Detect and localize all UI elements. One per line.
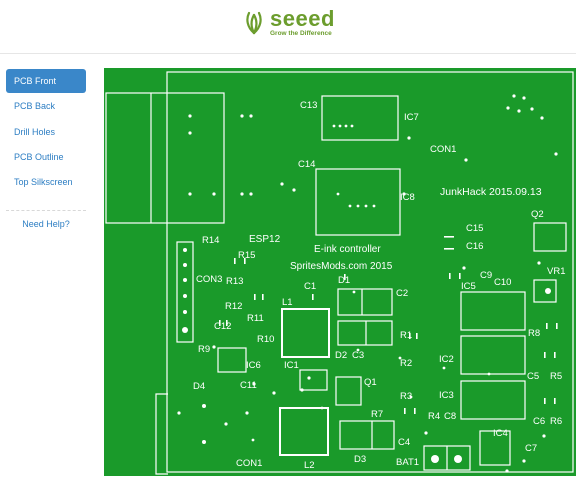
silk-label-vr1: VR1 xyxy=(547,266,565,277)
silk-label-r15: R15 xyxy=(238,250,255,261)
silk-label-c10: C10 xyxy=(494,277,511,288)
sidebar-item-top-silkscreen[interactable]: Top Silkscreen xyxy=(6,170,86,194)
sidebar-divider xyxy=(6,210,86,212)
silk-label-r2: R2 xyxy=(400,358,412,369)
silk-label-c14: C14 xyxy=(298,159,315,170)
silk-label-con3: CON3 xyxy=(196,274,222,285)
silk-label-c12: C12 xyxy=(214,321,231,332)
header: seeed Grow the Difference xyxy=(0,0,576,48)
silk-label-c16: C16 xyxy=(466,241,483,252)
sidebar-item-pcb-outline[interactable]: PCB Outline xyxy=(6,145,86,169)
silk-label-l2: L2 xyxy=(304,460,315,471)
silk-label-r1: R1 xyxy=(400,330,412,341)
pcb-board xyxy=(104,68,576,476)
pcb-image: C13 IC7 CON1 C14 IC8 JunkHack 2015.09.13… xyxy=(104,68,576,476)
silk-label-r8: R8 xyxy=(528,328,540,339)
silk-label-r12: R12 xyxy=(225,301,242,312)
silk-label-r9: R9 xyxy=(198,344,210,355)
silk-label-r13: R13 xyxy=(226,276,243,287)
silk-label-esp12: ESP12 xyxy=(249,234,281,245)
seeed-logo[interactable]: seeed Grow the Difference xyxy=(243,8,335,38)
silk-label-q1: Q1 xyxy=(364,377,377,388)
sidebar: PCB Front PCB Back Drill Holes PCB Outli… xyxy=(6,69,86,229)
brand-name: seeed xyxy=(270,6,335,31)
silk-label-ic5: IC5 xyxy=(461,281,476,292)
silk-label-ic3: IC3 xyxy=(439,390,454,401)
silk-label-c11: C11 xyxy=(240,380,257,391)
silk-label-d4: D4 xyxy=(193,381,205,392)
silk-label-c13: C13 xyxy=(300,100,317,111)
silk-label-c1: C1 xyxy=(304,281,316,292)
silk-label-c8: C8 xyxy=(444,411,456,422)
silk-label-r7: R7 xyxy=(371,409,383,420)
silk-label-r6: R6 xyxy=(550,416,562,427)
silk-label-d1: D1 xyxy=(338,275,350,286)
silk-label-c4: C4 xyxy=(398,437,410,448)
silk-label-ic8: IC8 xyxy=(400,192,415,203)
silk-label-r3: R3 xyxy=(400,391,412,402)
silk-label-con1-bottom: CON1 xyxy=(236,458,262,469)
silk-label-ic6: IC6 xyxy=(246,360,261,371)
silk-label-ic4: IC4 xyxy=(493,428,508,439)
silk-label-c7: C7 xyxy=(525,443,537,454)
sidebar-item-drill-holes[interactable]: Drill Holes xyxy=(6,120,86,144)
silk-label-r14: R14 xyxy=(202,235,219,246)
silk-label-c6: C6 xyxy=(533,416,545,427)
silk-label-con1-top: CON1 xyxy=(430,144,456,155)
header-divider xyxy=(0,53,576,54)
silk-label-c15: C15 xyxy=(466,223,483,234)
silk-label-c5: C5 xyxy=(527,371,539,382)
leaf-logo-icon xyxy=(246,11,262,34)
silk-label-c3: C3 xyxy=(352,350,364,361)
need-help-link[interactable]: Need Help? xyxy=(6,219,86,229)
silk-label-c2: C2 xyxy=(396,288,408,299)
silk-label-r5: R5 xyxy=(550,371,562,382)
silk-label-r4: R4 xyxy=(428,411,440,422)
silk-label-site-text: SpritesMods.com 2015 xyxy=(290,261,393,272)
silk-label-bat1: BAT1 xyxy=(396,457,419,468)
silk-label-r11: R11 xyxy=(247,313,264,324)
pcb-front-view: C13 IC7 CON1 C14 IC8 JunkHack 2015.09.13… xyxy=(104,68,576,476)
silk-label-ic1: IC1 xyxy=(284,360,299,371)
silk-label-d2: D2 xyxy=(335,350,347,361)
brand-tagline: Grow the Difference xyxy=(270,30,332,37)
silk-label-r10: R10 xyxy=(257,334,274,345)
silk-label-c9: C9 xyxy=(480,270,492,281)
silk-label-title-text: JunkHack 2015.09.13 xyxy=(440,186,542,198)
silk-label-controller-text: E-ink controller xyxy=(314,244,381,255)
sidebar-item-pcb-back[interactable]: PCB Back xyxy=(6,94,86,118)
silk-label-l1: L1 xyxy=(282,297,293,308)
silk-label-ic2: IC2 xyxy=(439,354,454,365)
silk-label-ic7: IC7 xyxy=(404,112,419,123)
sidebar-item-pcb-front[interactable]: PCB Front xyxy=(6,69,86,93)
silk-label-d3: D3 xyxy=(354,454,366,465)
silk-label-q2: Q2 xyxy=(531,209,544,220)
